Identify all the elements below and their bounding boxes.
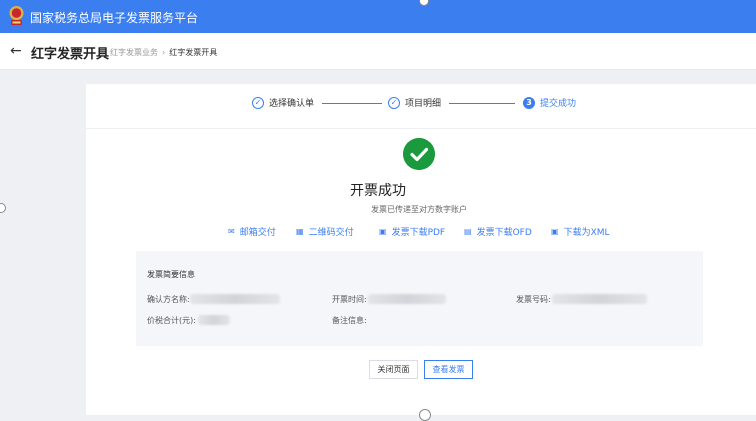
success-title: 开票成功 (350, 183, 406, 199)
invoice-summary: 发票简要信息 确认方名称: 开票时间: 发票号码: 价税合计(元): 备注信息: (136, 251, 703, 346)
step-item-details: ✓ 项目明细 (388, 96, 441, 109)
action-label: 邮箱交付 (239, 228, 276, 238)
ofd-icon: ▤ (464, 227, 472, 236)
email-delivery-link[interactable]: ✉ 邮箱交付 (228, 225, 276, 238)
total-amount-label: 价税合计(元): (147, 316, 196, 325)
mail-icon: ✉ (228, 227, 235, 236)
buyer-name-redacted (190, 294, 280, 304)
app-title: 国家税务总局电子发票服务平台 (30, 11, 199, 25)
step-connector (449, 103, 515, 104)
resize-handle-bottom[interactable] (419, 409, 431, 421)
qrcode-delivery-link[interactable]: ▦ 二维码交付 (296, 225, 354, 238)
action-label: 下载为XML (563, 228, 610, 238)
download-xml-link[interactable]: ▣ 下载为XML (551, 225, 610, 238)
buyer-name-label: 确认方名称: (147, 295, 190, 304)
breadcrumb-item-business[interactable]: 红字发票业务 (110, 48, 158, 57)
top-bar: 国家税务总局电子发票服务平台 (0, 0, 756, 33)
total-amount-redacted (198, 315, 230, 325)
pdf-icon: ▣ (379, 227, 387, 236)
step-submit-success: 3 提交成功 (523, 96, 576, 109)
remarks-label: 备注信息: (332, 316, 367, 325)
step-number-icon: 3 (523, 96, 535, 109)
summary-title: 发票简要信息 (147, 270, 195, 279)
download-ofd-link[interactable]: ▤ 发票下载OFD (464, 225, 532, 238)
action-label: 二维码交付 (308, 228, 354, 238)
breadcrumb-item-current: 红字发票开具 (169, 48, 218, 57)
view-invoice-button[interactable]: 查看发票 (424, 360, 473, 379)
back-arrow-icon[interactable]: ← (10, 43, 22, 59)
step-label: 选择确认单 (269, 99, 315, 109)
close-page-button[interactable]: 关闭页面 (369, 360, 418, 379)
step-label: 项目明细 (405, 99, 442, 109)
page-header: ← 红字发票开具 红字发票业务 › 红字发票开具 (0, 33, 756, 70)
download-pdf-link[interactable]: ▣ 发票下载PDF (379, 225, 445, 238)
main-card: ✓ 选择确认单 ✓ 项目明细 3 提交成功 (86, 84, 756, 415)
tax-emblem-icon (9, 6, 24, 25)
issue-time-redacted (368, 294, 446, 304)
breadcrumb-separator: › (162, 48, 166, 57)
invoice-number-label: 发票号码: (516, 295, 551, 304)
issue-time-label: 开票时间: (332, 295, 367, 304)
step-label: 提交成功 (540, 99, 577, 109)
step-connector (322, 103, 382, 104)
step-select-confirmation: ✓ 选择确认单 (252, 96, 314, 109)
success-subtitle: 发票已传递至对方数字账户 (371, 205, 467, 214)
action-label: 发票下载OFD (476, 228, 532, 238)
delivery-actions: ✉ 邮箱交付 ▦ 二维码交付 ▣ 发票下载PDF ▤ 发票下载OFD ▣ 下载为XML (0, 225, 756, 239)
steps-bar: ✓ 选择确认单 ✓ 项目明细 3 提交成功 (86, 84, 756, 129)
action-label: 发票下载PDF (391, 228, 446, 238)
breadcrumb: 红字发票业务 › 红字发票开具 (110, 47, 217, 58)
qrcode-icon: ▦ (296, 227, 304, 236)
page-title: 红字发票开具 (31, 47, 110, 62)
invoice-number-redacted (552, 294, 647, 304)
xml-icon: ▣ (551, 227, 559, 236)
step-check-icon: ✓ (388, 96, 400, 109)
step-check-icon: ✓ (252, 96, 264, 109)
success-check-icon (403, 138, 435, 170)
